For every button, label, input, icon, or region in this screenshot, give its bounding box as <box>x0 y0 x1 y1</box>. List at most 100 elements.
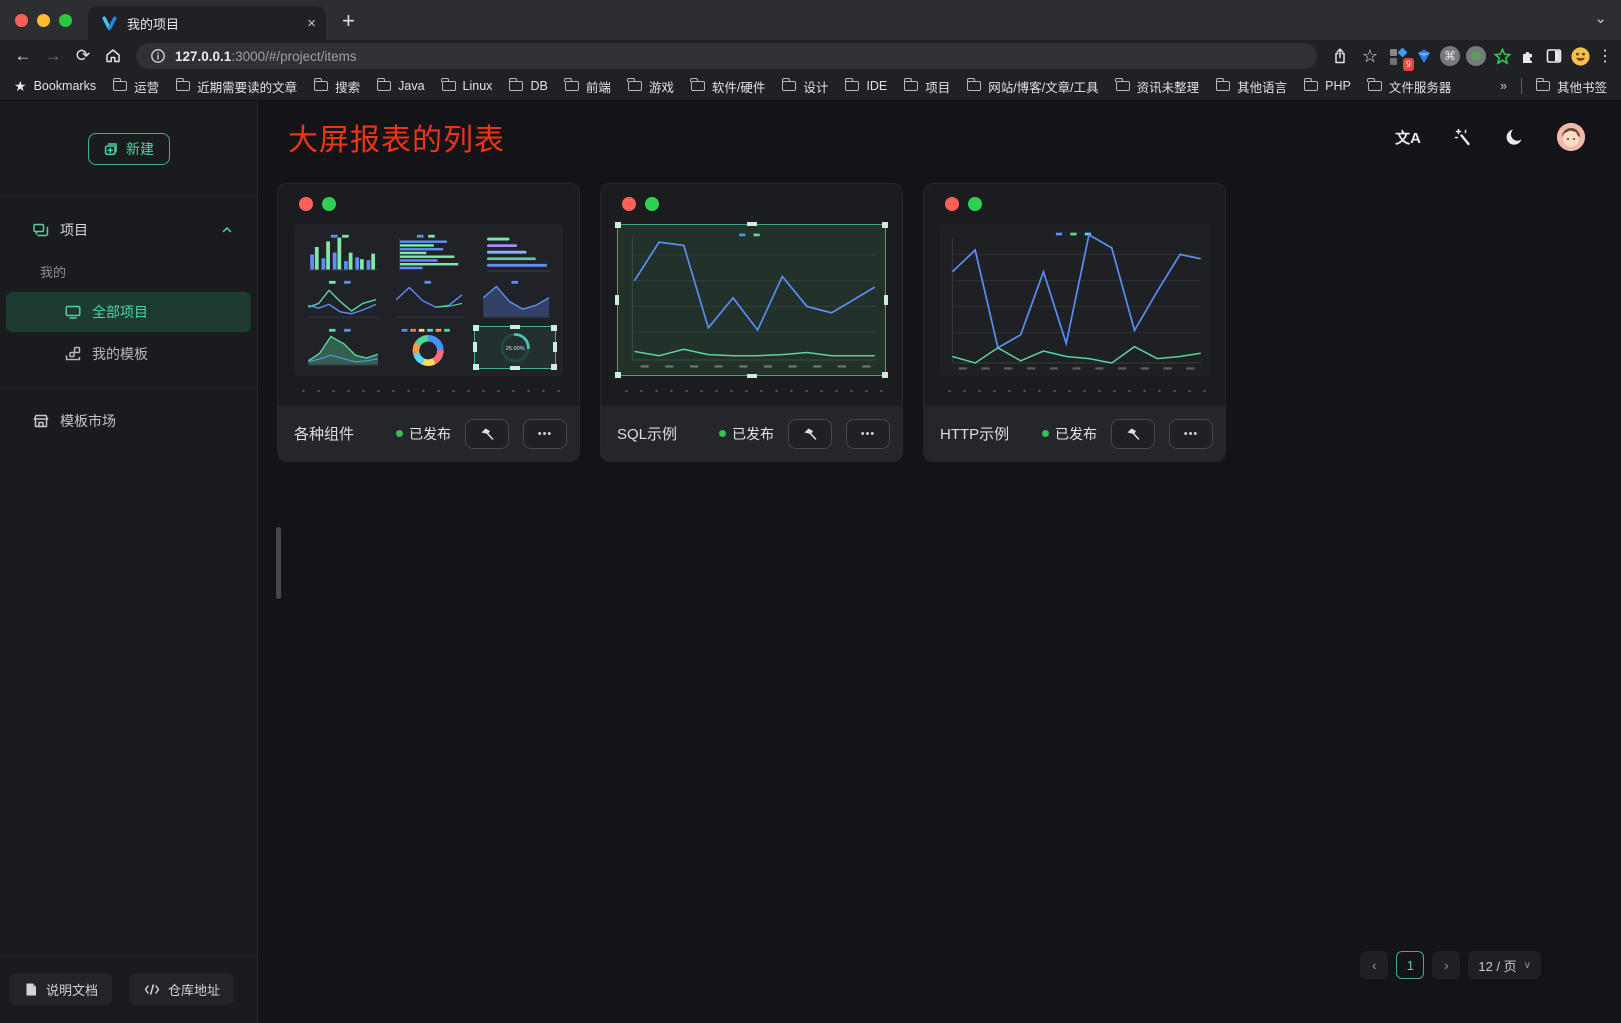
card-thumbnail-selected <box>617 224 886 376</box>
new-tab-button[interactable]: + <box>342 10 355 32</box>
card-dotted-strip <box>615 376 888 404</box>
site-info-icon[interactable] <box>150 48 166 64</box>
bookmarks-overflow-icon[interactable]: » <box>1500 79 1507 93</box>
sidebar: 新建 项目 我的 全部项目 我的模板 模 <box>0 101 258 1023</box>
more-button[interactable]: ••• <box>1169 419 1213 449</box>
gem-extension-icon[interactable] <box>1411 43 1437 69</box>
folder-icon <box>845 81 859 91</box>
more-button[interactable]: ••• <box>523 419 567 449</box>
browser-menu-icon[interactable]: ⋮ <box>1597 46 1613 66</box>
selected-gauge-widget[interactable]: 25.00% <box>475 327 555 368</box>
maximize-window-button[interactable] <box>59 14 72 27</box>
forward-icon[interactable]: → <box>38 43 68 69</box>
share-icon[interactable] <box>1325 43 1355 69</box>
project-icon <box>32 221 50 239</box>
command-extension-icon[interactable]: ⌘ <box>1437 43 1463 69</box>
bookmarks-manager[interactable]: ★ Bookmarks <box>14 78 96 95</box>
card-footer: HTTP示例 已发布 ••• <box>924 406 1225 461</box>
folder-icon <box>691 81 705 91</box>
prev-page-button[interactable]: ‹ <box>1360 951 1388 979</box>
reload-icon[interactable]: ⟳ <box>68 43 98 69</box>
emoji-extension-icon[interactable] <box>1567 43 1593 69</box>
address-bar[interactable]: 127.0.0.1:3000/#/project/items <box>136 43 1317 69</box>
minimize-window-button[interactable] <box>37 14 50 27</box>
sidebar-panel-icon[interactable] <box>1541 43 1567 69</box>
bookmark-folder[interactable]: 软件/硬件 <box>691 77 765 96</box>
next-page-button[interactable]: › <box>1432 951 1460 979</box>
bookmark-folder[interactable]: 其他语言 <box>1216 77 1287 96</box>
star-extension-icon[interactable] <box>1489 43 1515 69</box>
card-status: 已发布 <box>719 424 774 444</box>
extension-grid-icon[interactable]: 9 <box>1385 43 1411 69</box>
window-controls[interactable] <box>0 14 88 40</box>
bookmark-star-icon[interactable]: ☆ <box>1355 43 1385 69</box>
edit-button[interactable] <box>465 419 509 449</box>
card-red-dot <box>622 197 636 211</box>
bookmark-folder[interactable]: IDE <box>845 79 887 93</box>
dark-mode-moon-icon[interactable] <box>1505 127 1525 147</box>
current-page-button[interactable]: 1 <box>1396 951 1424 979</box>
new-copy-plus-icon <box>103 141 119 157</box>
project-card[interactable]: HTTP示例 已发布 ••• <box>923 183 1226 462</box>
project-card[interactable]: 25.00% 各种组件 已发布 ••• <box>277 183 580 462</box>
record-extension-icon[interactable] <box>1463 43 1489 69</box>
card-green-dot <box>968 197 982 211</box>
bookmark-folder[interactable]: 运营 <box>113 77 159 96</box>
extensions-puzzle-icon[interactable] <box>1515 43 1541 69</box>
magic-wand-icon[interactable] <box>1453 127 1473 147</box>
bookmark-folder[interactable]: 搜索 <box>314 77 360 96</box>
url-path: :3000/#/project/items <box>231 49 356 64</box>
translate-icon[interactable]: 文A <box>1395 127 1421 148</box>
tab-title: 我的项目 <box>127 14 297 33</box>
page-size-select[interactable]: 12 / 页 ∨ <box>1468 951 1541 979</box>
more-button[interactable]: ••• <box>846 419 890 449</box>
bookmark-folder[interactable]: 近期需要读的文章 <box>176 77 297 96</box>
bookmark-folder[interactable]: 项目 <box>904 77 950 96</box>
bookmark-folder[interactable]: 资讯未整理 <box>1116 77 1200 96</box>
card-dotted-strip <box>938 376 1211 404</box>
sidebar-item-template-market[interactable]: 模板市场 <box>0 399 257 443</box>
folder-icon <box>1116 81 1130 91</box>
browser-toolbar: ← → ⟳ 127.0.0.1:3000/#/project/items ☆ 9… <box>0 40 1621 72</box>
bookmarks-label: Bookmarks <box>34 79 97 93</box>
edit-button[interactable] <box>788 419 832 449</box>
sidebar-section-project[interactable]: 项目 <box>0 208 257 252</box>
bookmarks-divider <box>1521 78 1522 94</box>
folder-icon <box>565 81 579 91</box>
bookmark-folder[interactable]: 游戏 <box>628 77 674 96</box>
tab-close-icon[interactable]: × <box>307 16 316 31</box>
sidebar-item-my-templates[interactable]: 我的模板 <box>6 334 251 374</box>
folder-icon <box>1368 81 1382 91</box>
sidebar-section-label: 项目 <box>60 220 88 240</box>
docs-button[interactable]: 说明文档 <box>10 973 112 1005</box>
sidebar-divider <box>0 195 257 196</box>
new-project-button[interactable]: 新建 <box>88 133 170 165</box>
bookmark-folder[interactable]: Java <box>377 79 424 93</box>
bookmark-folder[interactable]: Linux <box>442 79 493 93</box>
folder-icon <box>442 81 456 91</box>
avatar[interactable] <box>1557 123 1585 151</box>
folder-icon <box>628 81 642 91</box>
edit-button[interactable] <box>1111 419 1155 449</box>
home-icon[interactable] <box>98 43 128 69</box>
repo-button[interactable]: 仓库地址 <box>130 973 234 1005</box>
bookmark-folder[interactable]: PHP <box>1304 79 1351 93</box>
tab-search-chevron-icon[interactable]: ⌄ <box>1594 9 1607 27</box>
close-window-button[interactable] <box>15 14 28 27</box>
bookmark-folder[interactable]: DB <box>509 79 547 93</box>
browser-tab[interactable]: 我的项目 × <box>88 6 326 40</box>
project-card[interactable]: SQL示例 已发布 ••• <box>600 183 903 462</box>
other-bookmarks[interactable]: 其他书签 <box>1536 77 1607 96</box>
bookmark-folder[interactable]: 设计 <box>782 77 828 96</box>
scrollbar-thumb[interactable] <box>276 527 281 599</box>
sidebar-item-all-projects[interactable]: 全部项目 <box>6 292 251 332</box>
bookmark-folder[interactable]: 文件服务器 <box>1368 77 1452 96</box>
template-blocks-icon <box>64 345 82 363</box>
chevron-up-icon[interactable] <box>221 224 233 236</box>
gauge-value: 25.00% <box>505 346 524 352</box>
bookmark-folder[interactable]: 前端 <box>565 77 611 96</box>
sidebar-item-label: 我的模板 <box>92 344 148 364</box>
bookmark-folder[interactable]: 网站/博客/文章/工具 <box>967 77 1098 96</box>
mini-area-chart-green <box>302 327 382 368</box>
back-icon[interactable]: ← <box>8 43 38 69</box>
